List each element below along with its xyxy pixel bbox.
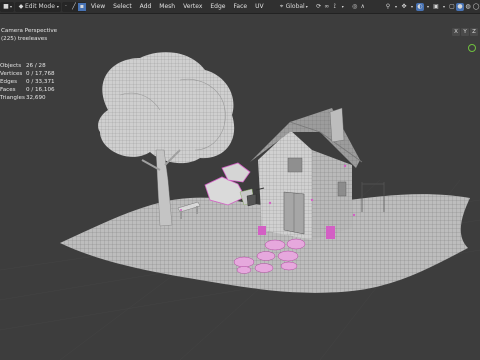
proportional-edit-icon[interactable]: ◎ <box>351 3 359 11</box>
chevron-down-icon: ▾ <box>10 4 13 9</box>
menu-vertex[interactable]: Vertex <box>179 3 206 10</box>
menu-view[interactable]: View <box>87 3 109 10</box>
link-icon[interactable]: ∞ <box>323 3 331 11</box>
3d-viewport[interactable]: Camera Perspective (225) treeleaves Obje… <box>0 14 480 360</box>
tree-canopy <box>97 52 235 164</box>
xray-icon[interactable]: ▢ <box>448 3 456 11</box>
view-info: Camera Perspective (225) treeleaves <box>1 28 57 43</box>
menu-face[interactable]: Face <box>230 3 252 10</box>
axis-z-toggle[interactable]: Z <box>470 28 478 36</box>
material-shading-icon[interactable]: ◍ <box>464 3 472 11</box>
editor-type-button[interactable]: ■ ▾ <box>0 1 15 12</box>
transform-orientation-label: Global <box>285 3 305 10</box>
transform-orientation-dropdown[interactable]: ⌖ Global ▾ <box>276 2 310 12</box>
stat-row: Vertices 0 / 17,768 <box>0 70 55 78</box>
active-object-line: (225) treeleaves <box>1 35 48 42</box>
chevron-down-icon[interactable]: ▾ <box>339 3 347 11</box>
chevron-down-icon: ▾ <box>56 4 59 9</box>
pivot-icon[interactable]: ⟳ <box>315 3 323 11</box>
menu-select[interactable]: Select <box>109 3 136 10</box>
menu-add[interactable]: Add <box>136 3 156 10</box>
edit-mode-icon: ◆ <box>18 3 24 10</box>
chevron-down-icon[interactable]: ▾ <box>440 3 448 11</box>
axes-icon: ⌖ <box>279 2 284 10</box>
visibility-icon[interactable]: ⚲ <box>384 3 392 11</box>
stat-value: 0 / 17,768 <box>26 71 55 78</box>
stat-value: 32,690 <box>26 95 46 102</box>
stat-row: Triangles 32,690 <box>0 94 55 102</box>
cube-icon: ■ <box>3 3 9 10</box>
gizmo-toggle-icon[interactable]: ✥ <box>400 3 408 11</box>
stat-label: Objects <box>0 63 22 69</box>
chevron-down-icon[interactable]: ▾ <box>392 3 400 11</box>
selected-object <box>204 162 255 206</box>
axis-x-toggle[interactable]: X <box>452 28 460 36</box>
chevron-down-icon[interactable]: ▾ <box>424 3 432 11</box>
navigation-gizmo-dot[interactable] <box>468 44 476 52</box>
view-name: Camera Perspective <box>1 28 58 34</box>
menu-uv[interactable]: UV <box>251 3 268 10</box>
stat-value: 0 / 16,106 <box>26 87 55 94</box>
stat-label: Triangles <box>0 95 25 102</box>
mode-dropdown[interactable]: ◆ Edit Mode ▾ <box>15 1 61 12</box>
stat-label: Faces <box>0 87 16 94</box>
mesh-overlay-icon[interactable]: ▣ <box>432 3 440 11</box>
stat-row: Edges 0 / 33,371 <box>0 78 55 86</box>
solid-shading-icon[interactable]: ● <box>456 2 464 11</box>
scene-render <box>0 52 480 360</box>
stat-value: 26 / 28 <box>26 63 46 69</box>
stat-value: 0 / 33,371 <box>26 79 55 86</box>
chevron-down-icon: ▾ <box>305 4 308 9</box>
statistics-panel: Objects 26 / 28 Vertices 0 / 17,768 Edge… <box>0 62 55 102</box>
select-mode-group: · ╱ ▪ <box>61 1 86 12</box>
axis-toggles: X Y Z <box>452 28 478 36</box>
menu-edge[interactable]: Edge <box>206 3 229 10</box>
stat-row: Faces 0 / 16,106 <box>0 86 55 94</box>
snap-icon[interactable]: ⟟ <box>331 3 339 11</box>
face-select-icon[interactable]: ▪ <box>77 2 86 11</box>
rendered-shading-icon[interactable]: ◯ <box>472 3 480 11</box>
axis-y-toggle[interactable]: Y <box>461 28 469 36</box>
vertex-select-icon[interactable]: · <box>62 3 70 11</box>
stat-label: Edges <box>0 79 17 86</box>
mode-label: Edit Mode <box>25 3 55 10</box>
viewport-right-tools: ⚲ ▾ ✥ ▾ ◐ ▾ ▣ ▾ ▢ ● ◍ ◯ <box>384 0 480 13</box>
overlay-toggle-icon[interactable]: ◐ <box>416 2 424 11</box>
stat-label: Vertices <box>0 71 23 78</box>
menu-mesh[interactable]: Mesh <box>155 3 179 10</box>
house <box>246 107 363 240</box>
stat-row: Objects 26 / 28 <box>0 62 55 70</box>
chevron-down-icon[interactable]: ▾ <box>408 3 416 11</box>
falloff-icon[interactable]: ∧ <box>359 3 367 11</box>
edge-select-icon[interactable]: ╱ <box>70 3 78 11</box>
viewport-header: ■ ▾ ◆ Edit Mode ▾ · ╱ ▪ View Select Add … <box>0 0 480 14</box>
